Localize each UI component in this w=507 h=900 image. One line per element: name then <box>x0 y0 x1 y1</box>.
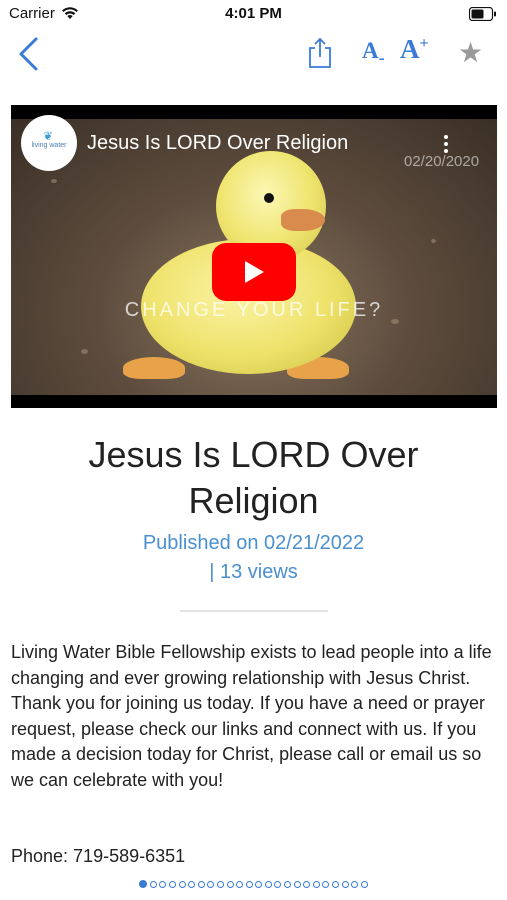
page-dot[interactable] <box>226 881 234 888</box>
video-date: 02/20/2020 <box>404 153 480 170</box>
page-dot[interactable] <box>284 881 292 888</box>
page-dot[interactable] <box>139 880 148 888</box>
duck-foot-left <box>123 357 185 379</box>
battery-icon <box>469 7 496 21</box>
video-overlay-text-2: CHANGE YOUR LIFE? <box>124 299 384 321</box>
page-dot[interactable] <box>188 881 196 888</box>
channel-logo-text: living water <box>31 142 67 149</box>
page-dot[interactable] <box>255 881 263 888</box>
description-text: Living Water Bible Fellowship exists to … <box>11 642 492 790</box>
channel-logo[interactable]: ❦ living water <box>21 115 77 171</box>
font-decrease-button[interactable]: A- <box>362 38 385 69</box>
back-button[interactable] <box>14 34 44 74</box>
dirt-speck <box>431 239 436 243</box>
page-dot[interactable] <box>341 881 349 888</box>
duck-beak <box>281 209 325 231</box>
font-increase-label: A <box>400 34 420 64</box>
view-count: | 13 views <box>209 561 298 583</box>
font-increase-button[interactable]: A+ <box>400 34 429 65</box>
page-dot[interactable] <box>216 881 224 888</box>
page-dot[interactable] <box>178 881 186 888</box>
page-dot[interactable] <box>159 881 167 888</box>
page-dot[interactable] <box>274 881 282 888</box>
dirt-speck <box>51 179 57 183</box>
play-icon <box>245 261 264 283</box>
page-dot[interactable] <box>322 881 330 888</box>
nav-bar: A- A+ ★ <box>0 30 507 76</box>
published-date: Published on 02/21/2022 <box>142 532 365 554</box>
page-dot[interactable] <box>245 881 253 888</box>
page-dot[interactable] <box>360 881 368 888</box>
status-time: 4:01 PM <box>225 5 282 22</box>
font-decrease-mark: - <box>378 47 385 68</box>
font-increase-mark: + <box>419 35 429 52</box>
page-dot[interactable] <box>207 881 215 888</box>
share-icon[interactable] <box>306 36 334 70</box>
page-dot[interactable] <box>149 881 157 888</box>
page-dot[interactable] <box>264 881 272 888</box>
more-options-icon[interactable] <box>443 133 449 155</box>
page-dot[interactable] <box>236 881 244 888</box>
duck-eye <box>264 193 274 203</box>
page-title: Jesus Is LORD Over Religion <box>88 434 419 521</box>
status-bar: Carrier 4:01 PM <box>0 0 507 28</box>
page-dot[interactable] <box>197 881 205 888</box>
divider <box>180 610 328 612</box>
water-drop-icon: ❦ <box>43 129 54 143</box>
play-button[interactable] <box>212 243 296 301</box>
video-title[interactable]: Jesus Is LORD Over Religion <box>87 132 348 155</box>
page-dot[interactable] <box>332 881 340 888</box>
font-decrease-label: A <box>362 38 379 63</box>
page-dot[interactable] <box>351 881 359 888</box>
video-player[interactable]: W S CHANGE YOUR LIFE? ❦ living water Jes… <box>11 105 497 408</box>
page-dot[interactable] <box>303 881 311 888</box>
phone-number[interactable]: Phone: 719-589-6351 <box>11 846 185 867</box>
star-icon[interactable]: ★ <box>458 36 483 69</box>
dirt-speck <box>81 349 88 354</box>
page-dot[interactable] <box>293 881 301 888</box>
page-dot[interactable] <box>312 881 320 888</box>
page-indicator[interactable] <box>0 880 507 892</box>
page-dot[interactable] <box>168 881 176 888</box>
